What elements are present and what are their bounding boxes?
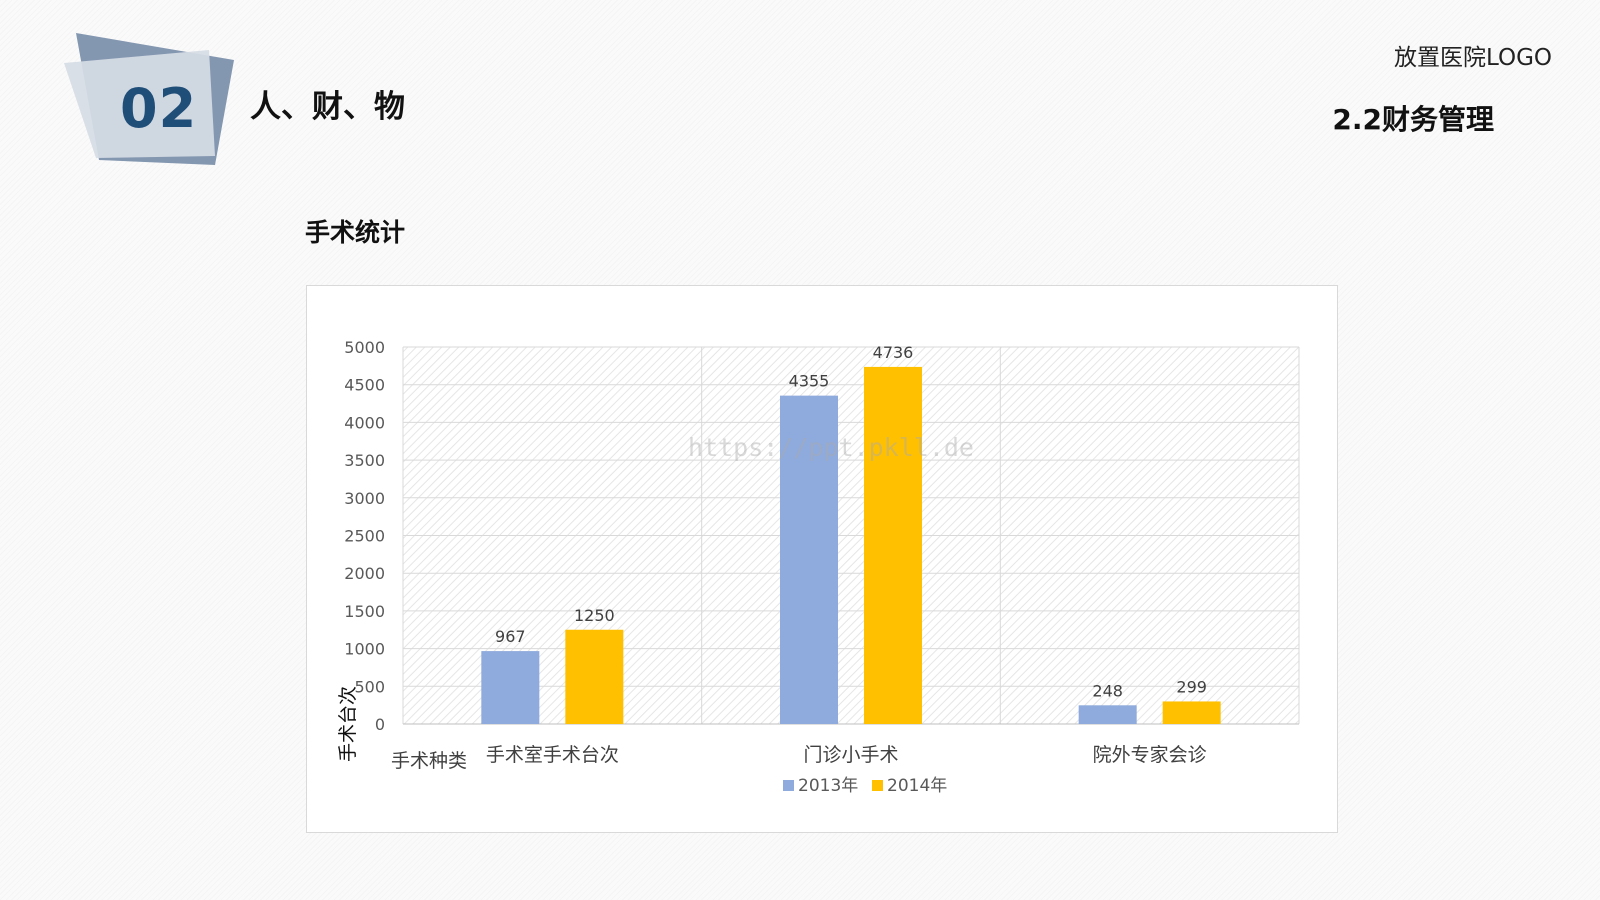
bar-2013 [1078,705,1137,724]
bar-2014 [1162,701,1221,724]
bar-2014 [864,366,922,724]
chart-panel: 0 500 1000 1500 2000 2500 3000 3500 4000 4500 5000… [306,285,1338,833]
x-category-label: 手术室手术台次 [486,744,619,766]
legend-swatch-2014 [872,780,883,791]
data-label: 4355 [789,372,830,391]
section-number: 02 [120,77,198,140]
data-label: 248 [1092,681,1123,700]
legend-swatch-2013 [783,780,794,791]
bar-chart: 0 500 1000 1500 2000 2500 3000 3500 4000 4500 5000… [337,338,1300,796]
y-tick-label: 500 [354,677,385,696]
watermark-text: https://ppt.pkll.de [688,433,974,462]
section-title: 人、财、物 [250,89,405,125]
data-label: 1250 [574,606,615,625]
y-tick-label: 4500 [344,376,385,395]
hospital-logo-placeholder: 放置医院LOGO [1393,45,1552,71]
y-axis-title: 手术台次 [337,686,359,762]
y-tick-label: 0 [375,715,385,734]
y-tick-label: 4000 [344,413,385,432]
y-tick-label: 3000 [344,489,385,508]
data-label: 4736 [873,343,914,362]
y-tick-label: 2500 [344,527,385,546]
data-label: 967 [495,627,526,646]
x-category-label: 院外专家会诊 [1093,744,1207,766]
legend-label: 2014年 [887,776,947,796]
y-tick-label: 2000 [344,564,385,583]
bar-2013 [481,651,540,724]
x-category-label: 门诊小手术 [803,744,898,766]
data-label: 299 [1176,677,1207,696]
chart-heading: 手术统计 [305,218,406,247]
legend-label: 2013年 [798,776,858,796]
y-tick-label: 1500 [344,602,385,621]
subsection-title: 2.2财务管理 [1332,103,1494,136]
y-tick-label: 3500 [344,451,385,470]
y-tick-label: 1000 [344,640,385,659]
y-tick-label: 5000 [344,338,385,357]
bar-2014 [565,629,624,724]
x-axis-title: 手术种类 [391,750,467,772]
